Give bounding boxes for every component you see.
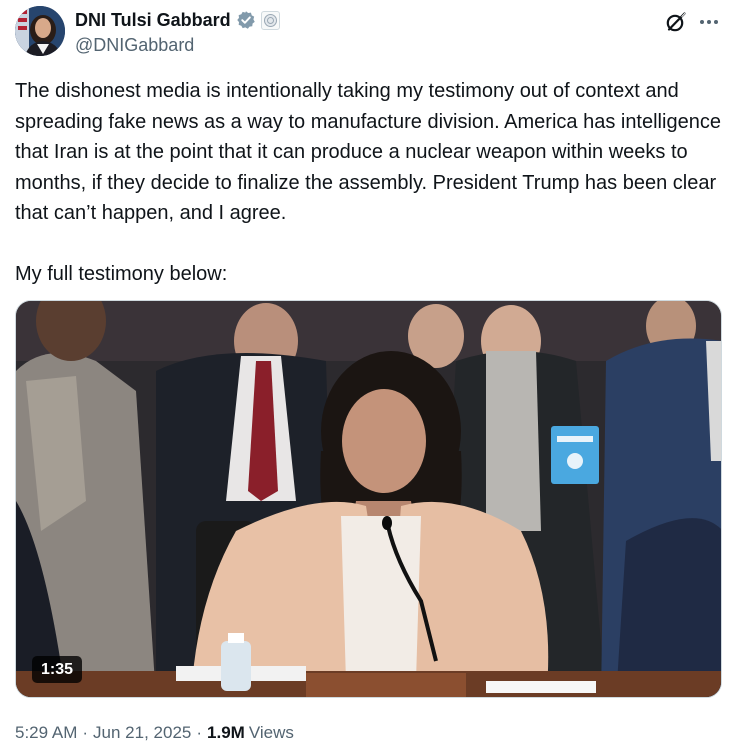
meta-separator: · xyxy=(82,723,89,742)
avatar[interactable] xyxy=(15,6,65,56)
more-options-icon[interactable] xyxy=(698,12,720,32)
video-frame-image xyxy=(16,301,721,697)
tweet-meta: 5:29 AM · Jun 21, 2025 · 1.9M Views xyxy=(15,723,294,743)
verified-badge-icon[interactable] xyxy=(236,10,256,30)
tweet-paragraph: My full testimony below: xyxy=(15,262,228,285)
tweet-date[interactable]: Jun 21, 2025 xyxy=(93,723,191,743)
name-row: DNI Tulsi Gabbard xyxy=(75,8,280,32)
avatar-image xyxy=(15,6,65,56)
author-handle[interactable]: @DNIGabbard xyxy=(75,35,280,56)
video-player[interactable]: 1:35 xyxy=(15,300,722,698)
grok-icon[interactable] xyxy=(664,10,688,34)
author-block: DNI Tulsi Gabbard @DNIGabbard xyxy=(75,8,280,56)
tweet-paragraph: The dishonest media is intentionally tak… xyxy=(15,80,721,224)
meta-separator: · xyxy=(196,723,203,742)
display-name[interactable]: DNI Tulsi Gabbard xyxy=(75,10,231,31)
views-count[interactable]: 1.9M xyxy=(207,723,245,743)
views-label: Views xyxy=(248,723,294,742)
affiliate-badge-icon[interactable] xyxy=(260,10,280,30)
video-duration-badge: 1:35 xyxy=(32,656,83,683)
tweet-header: DNI Tulsi Gabbard @DNIGabbard xyxy=(15,4,720,58)
tweet-time[interactable]: 5:29 AM xyxy=(15,723,77,743)
tweet-text: The dishonest media is intentionally tak… xyxy=(15,76,725,289)
